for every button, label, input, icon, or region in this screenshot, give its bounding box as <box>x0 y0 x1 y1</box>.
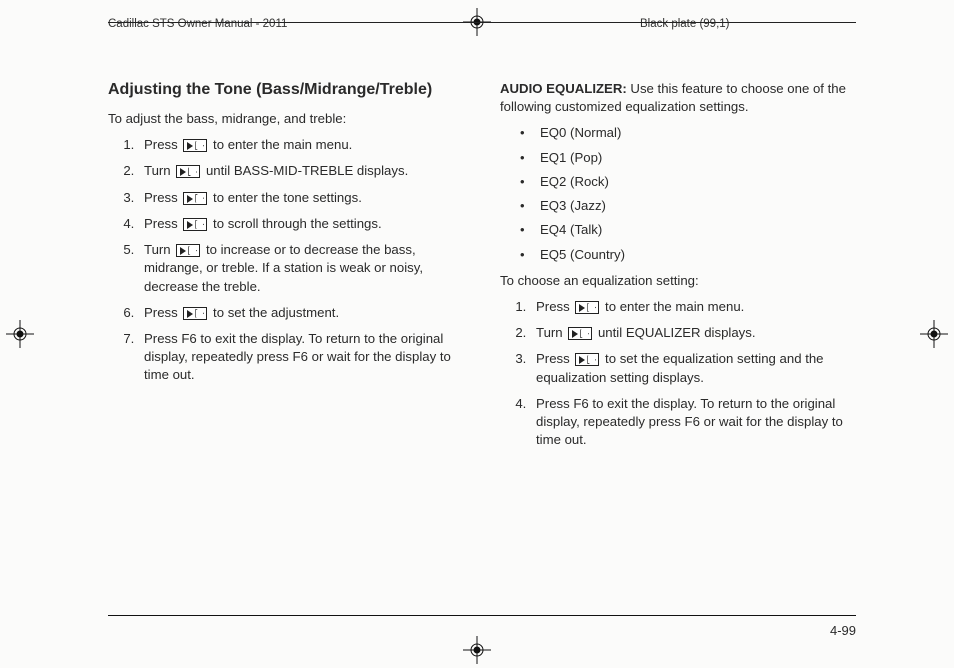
step-item: Press to set the adjustment. <box>138 304 464 322</box>
step-text-pre: Press <box>536 299 573 314</box>
register-mark-bottom <box>463 636 491 664</box>
eq-intro: To choose an equalization setting: <box>500 272 856 290</box>
step-item: Turn to increase or to decrease the bass… <box>138 241 464 296</box>
tune-select-icon <box>575 301 599 314</box>
tune-select-icon <box>183 218 207 231</box>
step-item: Press F6 to exit the display. To return … <box>138 330 464 385</box>
step-item: Press to scroll through the settings. <box>138 215 464 233</box>
header-right-text: Black plate (99,1) <box>640 18 730 30</box>
step-text-post: to enter the main menu. <box>209 137 352 152</box>
intro-text: To adjust the bass, midrange, and treble… <box>108 110 464 128</box>
step-item: Press to set the equalization setting an… <box>530 350 856 386</box>
tune-select-icon <box>183 192 207 205</box>
step-text-pre: Press F6 to exit the display. To return … <box>144 331 451 382</box>
step-item: Turn until EQUALIZER displays. <box>530 324 856 342</box>
section-heading: Adjusting the Tone (Bass/Midrange/Treble… <box>108 80 464 100</box>
step-text-pre: Press F6 to exit the display. To return … <box>536 396 843 447</box>
eq-preset-item: EQ1 (Pop) <box>530 149 856 167</box>
header-rule <box>108 22 856 23</box>
step-item: Press to enter the main menu. <box>138 136 464 154</box>
header-left-text: Cadillac STS Owner Manual - 2011 <box>108 18 287 30</box>
page-number: 4-99 <box>830 623 856 638</box>
step-text-pre: Press <box>144 190 181 205</box>
eq-preset-item: EQ2 (Rock) <box>530 173 856 191</box>
audio-eq-lead: AUDIO EQUALIZER: Use this feature to cho… <box>500 80 856 116</box>
running-header: Cadillac STS Owner Manual - 2011 Black p… <box>0 18 954 38</box>
tune-select-icon <box>183 307 207 320</box>
step-text-post: to scroll through the settings. <box>209 216 381 231</box>
step-text-pre: Press <box>144 216 181 231</box>
eq-steps-list: Press to enter the main menu. Turn until … <box>500 298 856 450</box>
step-item: Press to enter the tone settings. <box>138 189 464 207</box>
step-text-post: to set the adjustment. <box>209 305 339 320</box>
step-item: Press F6 to exit the display. To return … <box>530 395 856 450</box>
step-text-pre: Press <box>536 351 573 366</box>
step-item: Press to enter the main menu. <box>530 298 856 316</box>
step-text-post: until BASS-MID-TREBLE displays. <box>202 163 408 178</box>
footer-rule <box>108 615 856 616</box>
eq-preset-item: EQ5 (Country) <box>530 246 856 264</box>
tune-select-icon <box>176 165 200 178</box>
eq-preset-item: EQ0 (Normal) <box>530 124 856 142</box>
step-text-pre: Press <box>144 305 181 320</box>
tune-select-icon <box>568 327 592 340</box>
eq-preset-list: EQ0 (Normal) EQ1 (Pop) EQ2 (Rock) EQ3 (Jazz… <box>500 124 856 263</box>
eq-preset-item: EQ3 (Jazz) <box>530 197 856 215</box>
register-mark-left <box>6 320 34 348</box>
tune-select-icon <box>183 139 207 152</box>
step-text-pre: Turn <box>536 325 566 340</box>
tune-select-icon <box>575 353 599 366</box>
step-text-pre: Turn <box>144 163 174 178</box>
register-mark-right <box>920 320 948 348</box>
eq-preset-item: EQ4 (Talk) <box>530 221 856 239</box>
step-item: Turn until BASS-MID-TREBLE displays. <box>138 162 464 180</box>
left-column: Adjusting the Tone (Bass/Midrange/Treble… <box>108 80 464 602</box>
step-text-pre: Press <box>144 137 181 152</box>
step-text-post: until EQUALIZER displays. <box>594 325 755 340</box>
tone-steps-list: Press to enter the main menu. Turn until … <box>108 136 464 384</box>
step-text-post: to enter the tone settings. <box>209 190 362 205</box>
step-text-post: to enter the main menu. <box>601 299 744 314</box>
page-body: Adjusting the Tone (Bass/Midrange/Treble… <box>108 80 856 602</box>
tune-select-icon <box>176 244 200 257</box>
right-column: AUDIO EQUALIZER: Use this feature to cho… <box>500 80 856 602</box>
audio-eq-label: AUDIO EQUALIZER: <box>500 81 627 96</box>
step-text-pre: Turn <box>144 242 174 257</box>
